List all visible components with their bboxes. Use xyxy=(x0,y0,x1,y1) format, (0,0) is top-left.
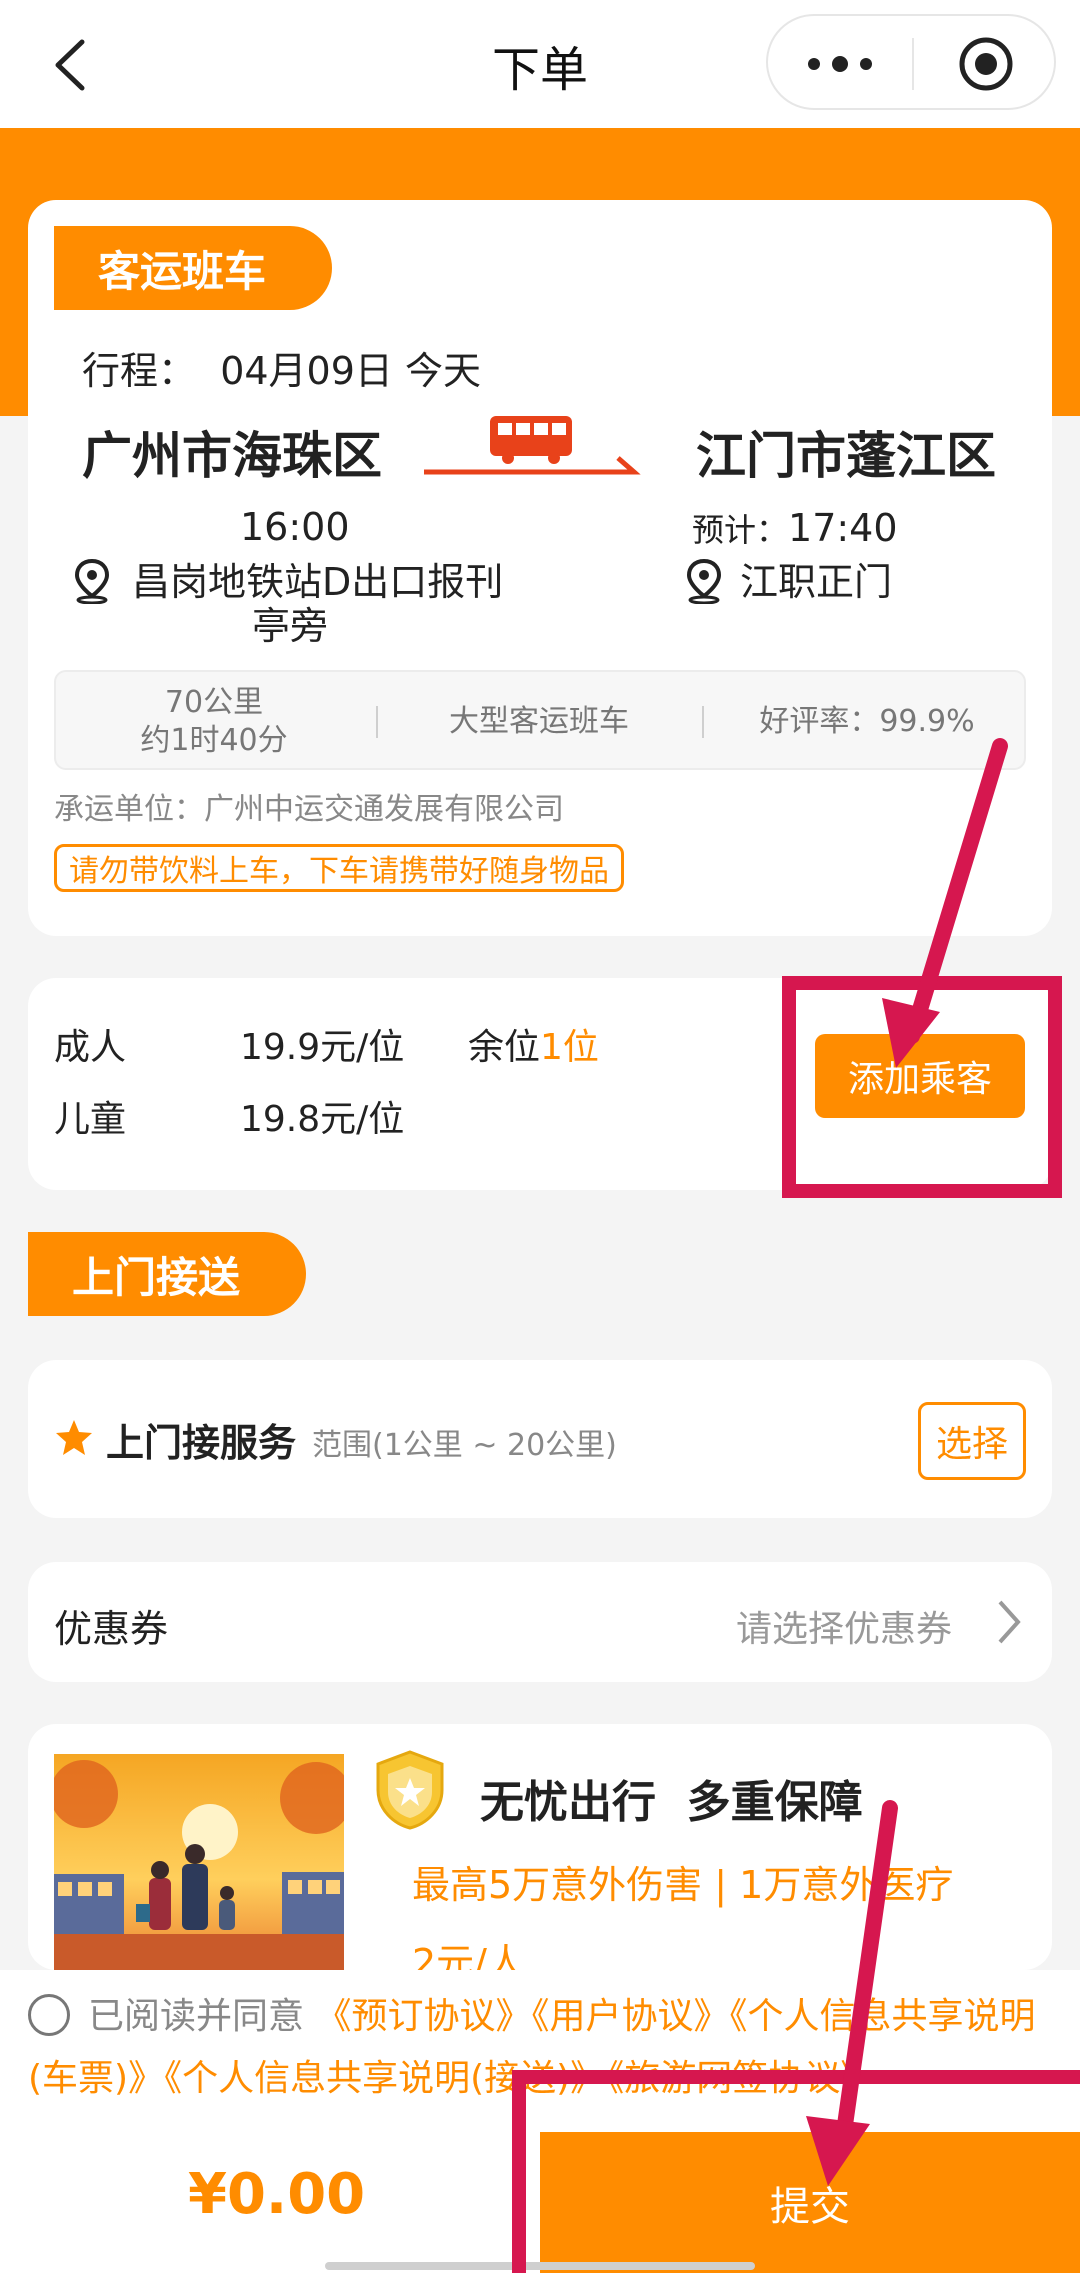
adult-price: 19.9元/位 xyxy=(240,1027,405,1068)
select-pickup-button[interactable]: 选择 xyxy=(918,1402,1026,1480)
child-price: 19.8元/位 xyxy=(240,1099,405,1140)
to-stop: 江职正门 xyxy=(740,560,893,604)
highlight-box xyxy=(782,976,1062,1198)
child-label: 儿童 xyxy=(54,1099,127,1140)
rating: 好评率：99.9% xyxy=(759,704,975,739)
trip-date: 行程： 04月09日 今天 xyxy=(82,349,481,393)
adult-label: 成人 xyxy=(54,1027,127,1068)
divider xyxy=(376,706,378,738)
mini-program-capsule xyxy=(766,14,1056,110)
shield-icon xyxy=(376,1750,444,1830)
trip-card: 客运班车 行程： 04月09日 今天 广州市海珠区 江门市蓬江区 16:00 预… xyxy=(28,200,1052,936)
capsule-divider xyxy=(912,38,914,90)
trip-type-tag: 客运班车 xyxy=(54,226,332,310)
pickup-service-title: 上门接服务 xyxy=(106,1421,297,1465)
bus-type: 大型客运班车 xyxy=(449,704,629,739)
location-pin-icon xyxy=(686,558,722,604)
pickup-section-tag: 上门接送 xyxy=(28,1232,306,1316)
insurance-price: 2元/人 xyxy=(412,1941,525,1970)
coupon-placeholder: 请选择优惠券 xyxy=(736,1609,953,1650)
arrive-time: 预计：17:40 xyxy=(692,506,898,550)
pickup-service-range: 范围(1公里 ~ 20公里) xyxy=(312,1428,617,1463)
from-stop: 昌岗地铁站D出口报刊 亭旁 xyxy=(132,560,504,648)
agreement-link[interactable]: 《用户协议》 xyxy=(531,1996,729,2037)
divider xyxy=(702,706,704,738)
highlight-box xyxy=(512,2070,1080,2273)
bus-route-icon xyxy=(424,416,641,475)
seats-left: 余位1位 xyxy=(468,1027,599,1068)
nav-bar: 下单 xyxy=(0,0,1080,128)
insurance-card: 无忧出行 多重保障 最高5万意外伤害 | 1万意外医疗 2元/人 xyxy=(28,1724,1052,1970)
to-city: 江门市蓬江区 xyxy=(696,427,996,485)
carrier-info: 承运单位：广州中运交通发展有限公司 xyxy=(54,792,564,827)
target-circle-icon[interactable] xyxy=(958,36,1014,92)
ride-notice: 请勿带饮料上车，下车请携带好随身物品 xyxy=(54,844,624,892)
travel-family-illustration xyxy=(54,1754,344,1970)
insurance-desc: 最高5万意外伤害 | 1万意外医疗 xyxy=(412,1863,954,1907)
more-dots-icon[interactable] xyxy=(804,46,876,82)
pickup-service-card: 上门接服务 范围(1公里 ~ 20公里) 选择 xyxy=(28,1360,1052,1518)
chevron-right-icon xyxy=(998,1600,1021,1644)
depart-time: 16:00 xyxy=(240,505,350,549)
total-price: ¥0.00 xyxy=(188,2162,366,2227)
from-city: 广州市海珠区 xyxy=(82,427,382,485)
agree-prefix: 已阅读并同意 xyxy=(88,1996,305,2037)
agree-radio[interactable] xyxy=(28,1994,70,2036)
insurance-title: 无忧出行 多重保障 xyxy=(480,1777,863,1828)
coupon-row[interactable]: 优惠券 请选择优惠券 xyxy=(28,1562,1052,1682)
coupon-label: 优惠券 xyxy=(54,1607,169,1651)
agreement-link[interactable]: 《预订协议》 xyxy=(315,1996,531,2037)
star-icon xyxy=(56,1420,92,1455)
location-pin-icon xyxy=(74,558,110,604)
distance-duration: 70公里 约1时40分 xyxy=(140,685,288,758)
trip-info-strip: 70公里 约1时40分 大型客运班车 好评率：99.9% xyxy=(54,670,1026,770)
